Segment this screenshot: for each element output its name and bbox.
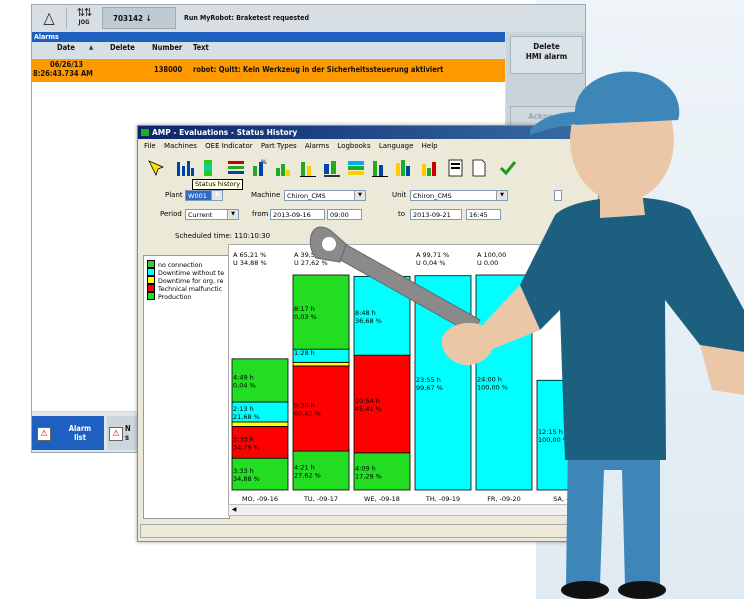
worker-hand (441, 322, 494, 366)
worker-right-shoe (618, 581, 666, 599)
worker-left-shoe (561, 581, 609, 599)
worker-legs (566, 440, 660, 585)
worker-illustration (309, 71, 744, 599)
wrench-icon (309, 226, 481, 335)
worker-shirt (520, 197, 744, 460)
worker-right-arm (700, 345, 744, 395)
